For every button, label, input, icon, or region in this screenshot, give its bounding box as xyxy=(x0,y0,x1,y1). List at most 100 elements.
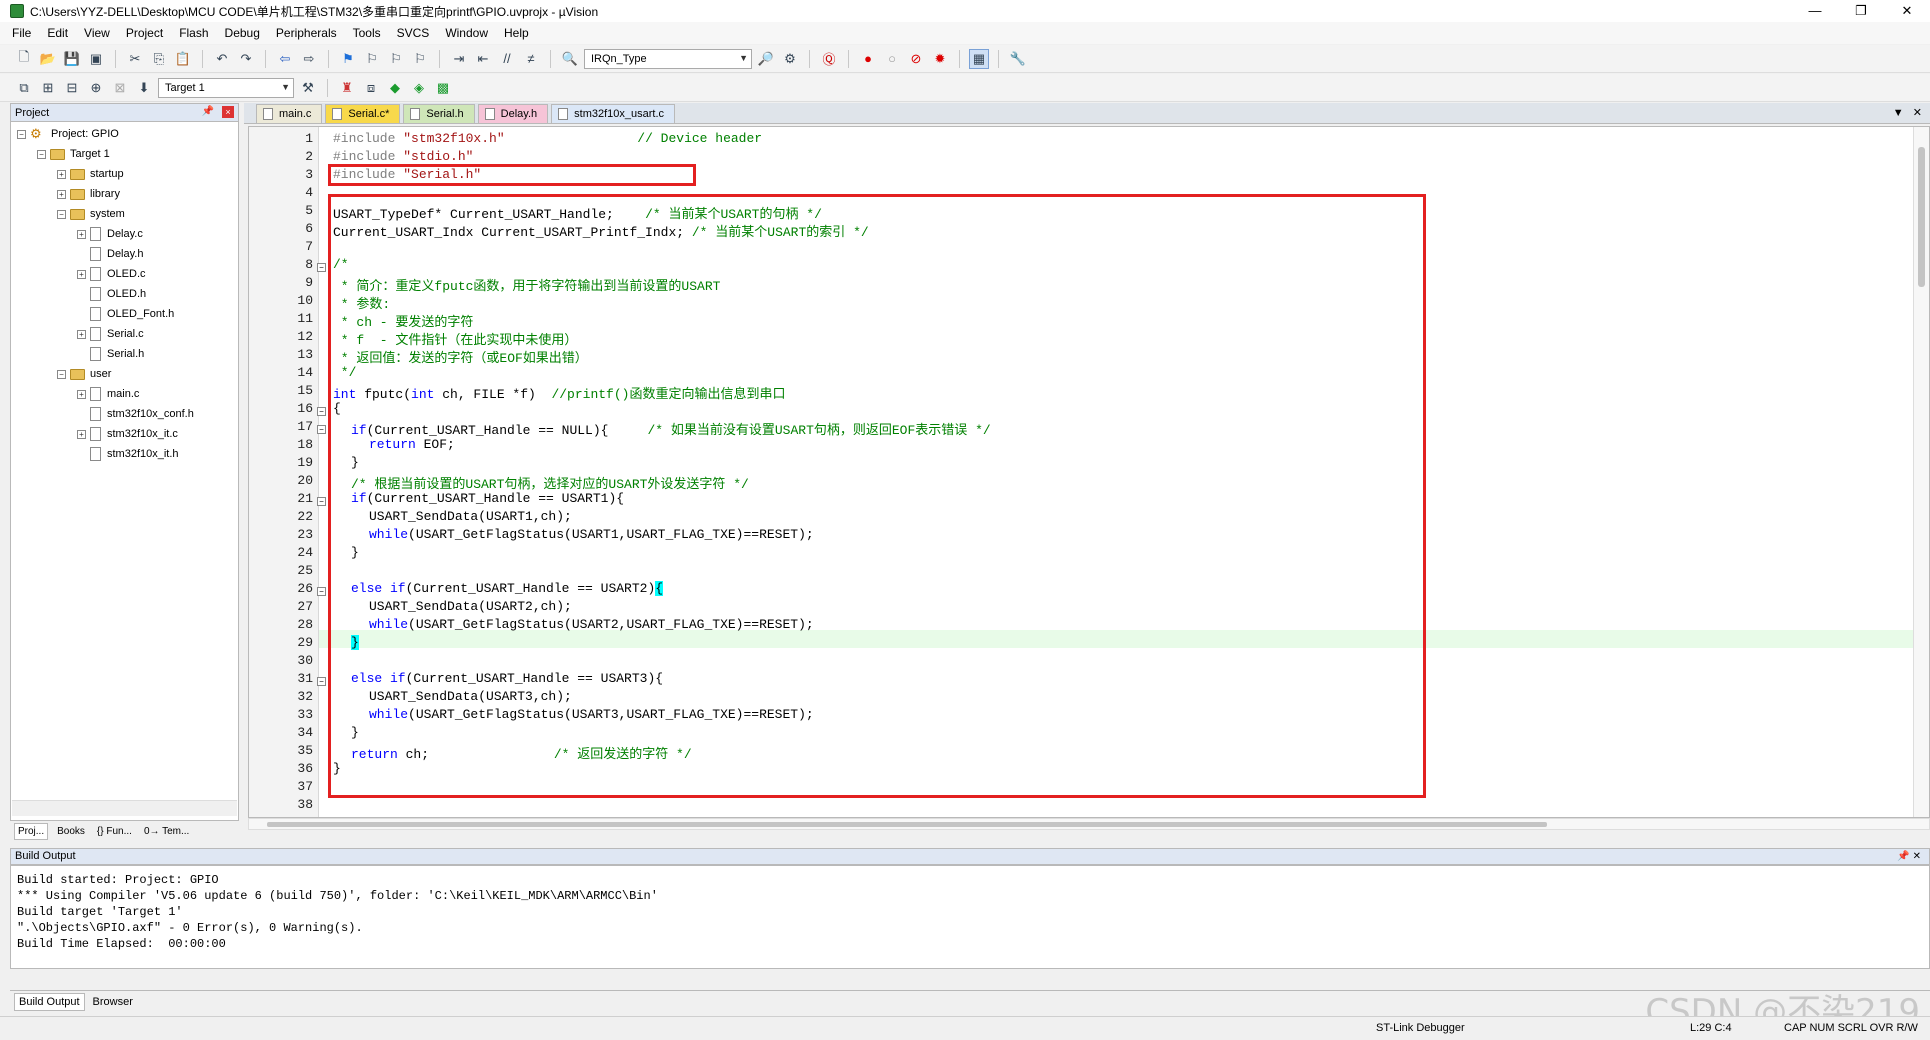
tab-serial-c[interactable]: Serial.c* xyxy=(325,104,401,123)
tree-group-system[interactable]: − system xyxy=(17,204,238,224)
redo-icon[interactable]: ↷ xyxy=(236,49,256,69)
tree-file[interactable]: + OLED.c xyxy=(17,264,238,284)
fold-icon[interactable]: − xyxy=(317,407,326,416)
tree-project-root[interactable]: − ⚙ Project: GPIO xyxy=(17,124,238,144)
next-bookmark-icon[interactable]: ⚐ xyxy=(386,49,406,69)
tab-browser[interactable]: Browser xyxy=(89,994,137,1010)
download-icon[interactable]: ⬇ xyxy=(134,78,154,98)
manage-project-icon[interactable]: ♜ xyxy=(337,78,357,98)
expand-icon[interactable]: + xyxy=(77,429,86,439)
tab-templates[interactable]: 0→ Tem... xyxy=(141,824,192,839)
build-output-scrollbar[interactable] xyxy=(12,970,1918,986)
target-options-icon[interactable]: ⚒ xyxy=(298,78,318,98)
tree-file[interactable]: OLED_Font.h xyxy=(17,304,238,324)
editor-horizontal-scrollbar[interactable] xyxy=(248,818,1930,830)
target-combo[interactable]: Target 1 ▼ xyxy=(158,77,294,98)
nav-back-icon[interactable]: ⇦ xyxy=(275,49,295,69)
fold-icon[interactable]: − xyxy=(317,497,326,506)
collapse-icon[interactable]: − xyxy=(17,129,26,139)
expand-icon[interactable]: + xyxy=(57,169,66,179)
breakpoint-icon[interactable]: ● xyxy=(858,49,878,69)
tree-group-library[interactable]: + library xyxy=(17,184,238,204)
collapse-icon[interactable]: − xyxy=(37,149,46,159)
paste-icon[interactable]: 📋 xyxy=(173,49,193,69)
pin-close-icons[interactable]: 📌 ✕ xyxy=(1897,849,1921,864)
scroll-thumb[interactable] xyxy=(1918,147,1925,287)
uncomment-icon[interactable]: ≠ xyxy=(521,49,541,69)
menu-flash[interactable]: Flash xyxy=(179,26,208,40)
tree-group-user[interactable]: − user xyxy=(17,364,238,384)
tree-file[interactable]: stm32f10x_conf.h xyxy=(17,404,238,424)
tab-stm32f10x-usart-c[interactable]: stm32f10x_usart.c xyxy=(551,104,676,123)
menu-help[interactable]: Help xyxy=(504,26,529,40)
pack-installer-icon[interactable]: ◆ xyxy=(385,78,405,98)
expand-icon[interactable]: + xyxy=(77,229,86,239)
kill-breakpoints-icon[interactable]: ⊘ xyxy=(906,49,926,69)
indent-icon[interactable]: ⇥ xyxy=(449,49,469,69)
expand-icon[interactable]: + xyxy=(77,269,86,279)
save-icon[interactable]: 💾 xyxy=(62,49,82,69)
tab-build-output[interactable]: Build Output xyxy=(14,992,85,1011)
menu-svcs[interactable]: SVCS xyxy=(397,26,430,40)
tab-books[interactable]: Books xyxy=(54,824,88,839)
window-layout-icon[interactable]: ▦ xyxy=(969,48,989,69)
build-output-window[interactable]: Build started: Project: GPIO *** Using C… xyxy=(10,865,1930,969)
minimize-button[interactable]: — xyxy=(1792,0,1838,22)
select-packs-icon[interactable]: ⧈ xyxy=(361,78,381,98)
editor-vertical-scrollbar[interactable] xyxy=(1913,127,1929,817)
find-combo[interactable]: IRQn_Type ▼ xyxy=(584,48,752,69)
menu-peripherals[interactable]: Peripherals xyxy=(276,26,337,40)
open-file-icon[interactable]: 📂 xyxy=(38,49,58,69)
expand-icon[interactable]: + xyxy=(57,189,66,199)
code-editor[interactable]: 1 2 3 4 5 6 7 8 9 10 11 12 13 14 15 16 17 18 19 20 21 22 23 24 2… xyxy=(248,126,1930,818)
menu-file[interactable]: File xyxy=(12,26,31,40)
undo-icon[interactable]: ↶ xyxy=(212,49,232,69)
find-in-files-icon[interactable]: 🔍 xyxy=(560,49,580,69)
new-file-icon[interactable]: 🗋 xyxy=(14,49,34,69)
cut-icon[interactable]: ✂ xyxy=(125,49,145,69)
configure-icon[interactable]: 🔧 xyxy=(1008,49,1028,69)
comment-icon[interactable]: // xyxy=(497,49,517,69)
rte-icon[interactable]: ◈ xyxy=(409,78,429,98)
fold-icon[interactable]: − xyxy=(317,263,326,272)
tree-file[interactable]: Delay.h xyxy=(17,244,238,264)
fold-icon[interactable]: − xyxy=(317,587,326,596)
project-horizontal-scrollbar[interactable] xyxy=(12,800,237,816)
batch-build-icon[interactable]: ⊕ xyxy=(86,78,106,98)
tree-file[interactable]: OLED.h xyxy=(17,284,238,304)
clear-bookmarks-icon[interactable]: ⚐ xyxy=(410,49,430,69)
fold-icon[interactable]: − xyxy=(317,677,326,686)
tree-file[interactable]: Serial.h xyxy=(17,344,238,364)
close-icon[interactable]: × xyxy=(222,106,234,118)
maximize-button[interactable]: ❐ xyxy=(1838,0,1884,22)
stop-build-icon[interactable]: ⊠ xyxy=(110,78,130,98)
tree-file[interactable]: + main.c xyxy=(17,384,238,404)
build-icon[interactable]: ⊞ xyxy=(38,78,58,98)
find-icon[interactable]: 🔎 xyxy=(756,49,776,69)
nav-forward-icon[interactable]: ⇨ xyxy=(299,49,319,69)
tab-functions[interactable]: {} Fun... xyxy=(94,824,135,839)
unindent-icon[interactable]: ⇤ xyxy=(473,49,493,69)
menu-edit[interactable]: Edit xyxy=(47,26,68,40)
tree-file[interactable]: + Delay.c xyxy=(17,224,238,244)
tree-file[interactable]: + Serial.c xyxy=(17,324,238,344)
tree-group-startup[interactable]: + startup xyxy=(17,164,238,184)
tree-file[interactable]: stm32f10x_it.h xyxy=(17,444,238,464)
pack-manager-icon[interactable]: ▩ xyxy=(433,78,453,98)
rebuild-icon[interactable]: ⊟ xyxy=(62,78,82,98)
scroll-thumb[interactable] xyxy=(267,822,1547,827)
menu-tools[interactable]: Tools xyxy=(353,26,381,40)
menu-window[interactable]: Window xyxy=(445,26,488,40)
menu-debug[interactable]: Debug xyxy=(225,26,260,40)
tree-file[interactable]: + stm32f10x_it.c xyxy=(17,424,238,444)
disable-breakpoint-icon[interactable]: ○ xyxy=(882,49,902,69)
translate-icon[interactable]: ⧉ xyxy=(14,78,34,98)
prev-bookmark-icon[interactable]: ⚐ xyxy=(362,49,382,69)
pin-icon[interactable]: 📌 xyxy=(202,106,214,117)
tab-delay-h[interactable]: Delay.h xyxy=(477,104,549,123)
save-all-icon[interactable]: ▣ xyxy=(86,49,106,69)
tab-serial-h[interactable]: Serial.h xyxy=(403,104,475,123)
collapse-icon[interactable]: − xyxy=(57,369,66,379)
expand-icon[interactable]: + xyxy=(77,329,86,339)
menu-view[interactable]: View xyxy=(84,26,110,40)
